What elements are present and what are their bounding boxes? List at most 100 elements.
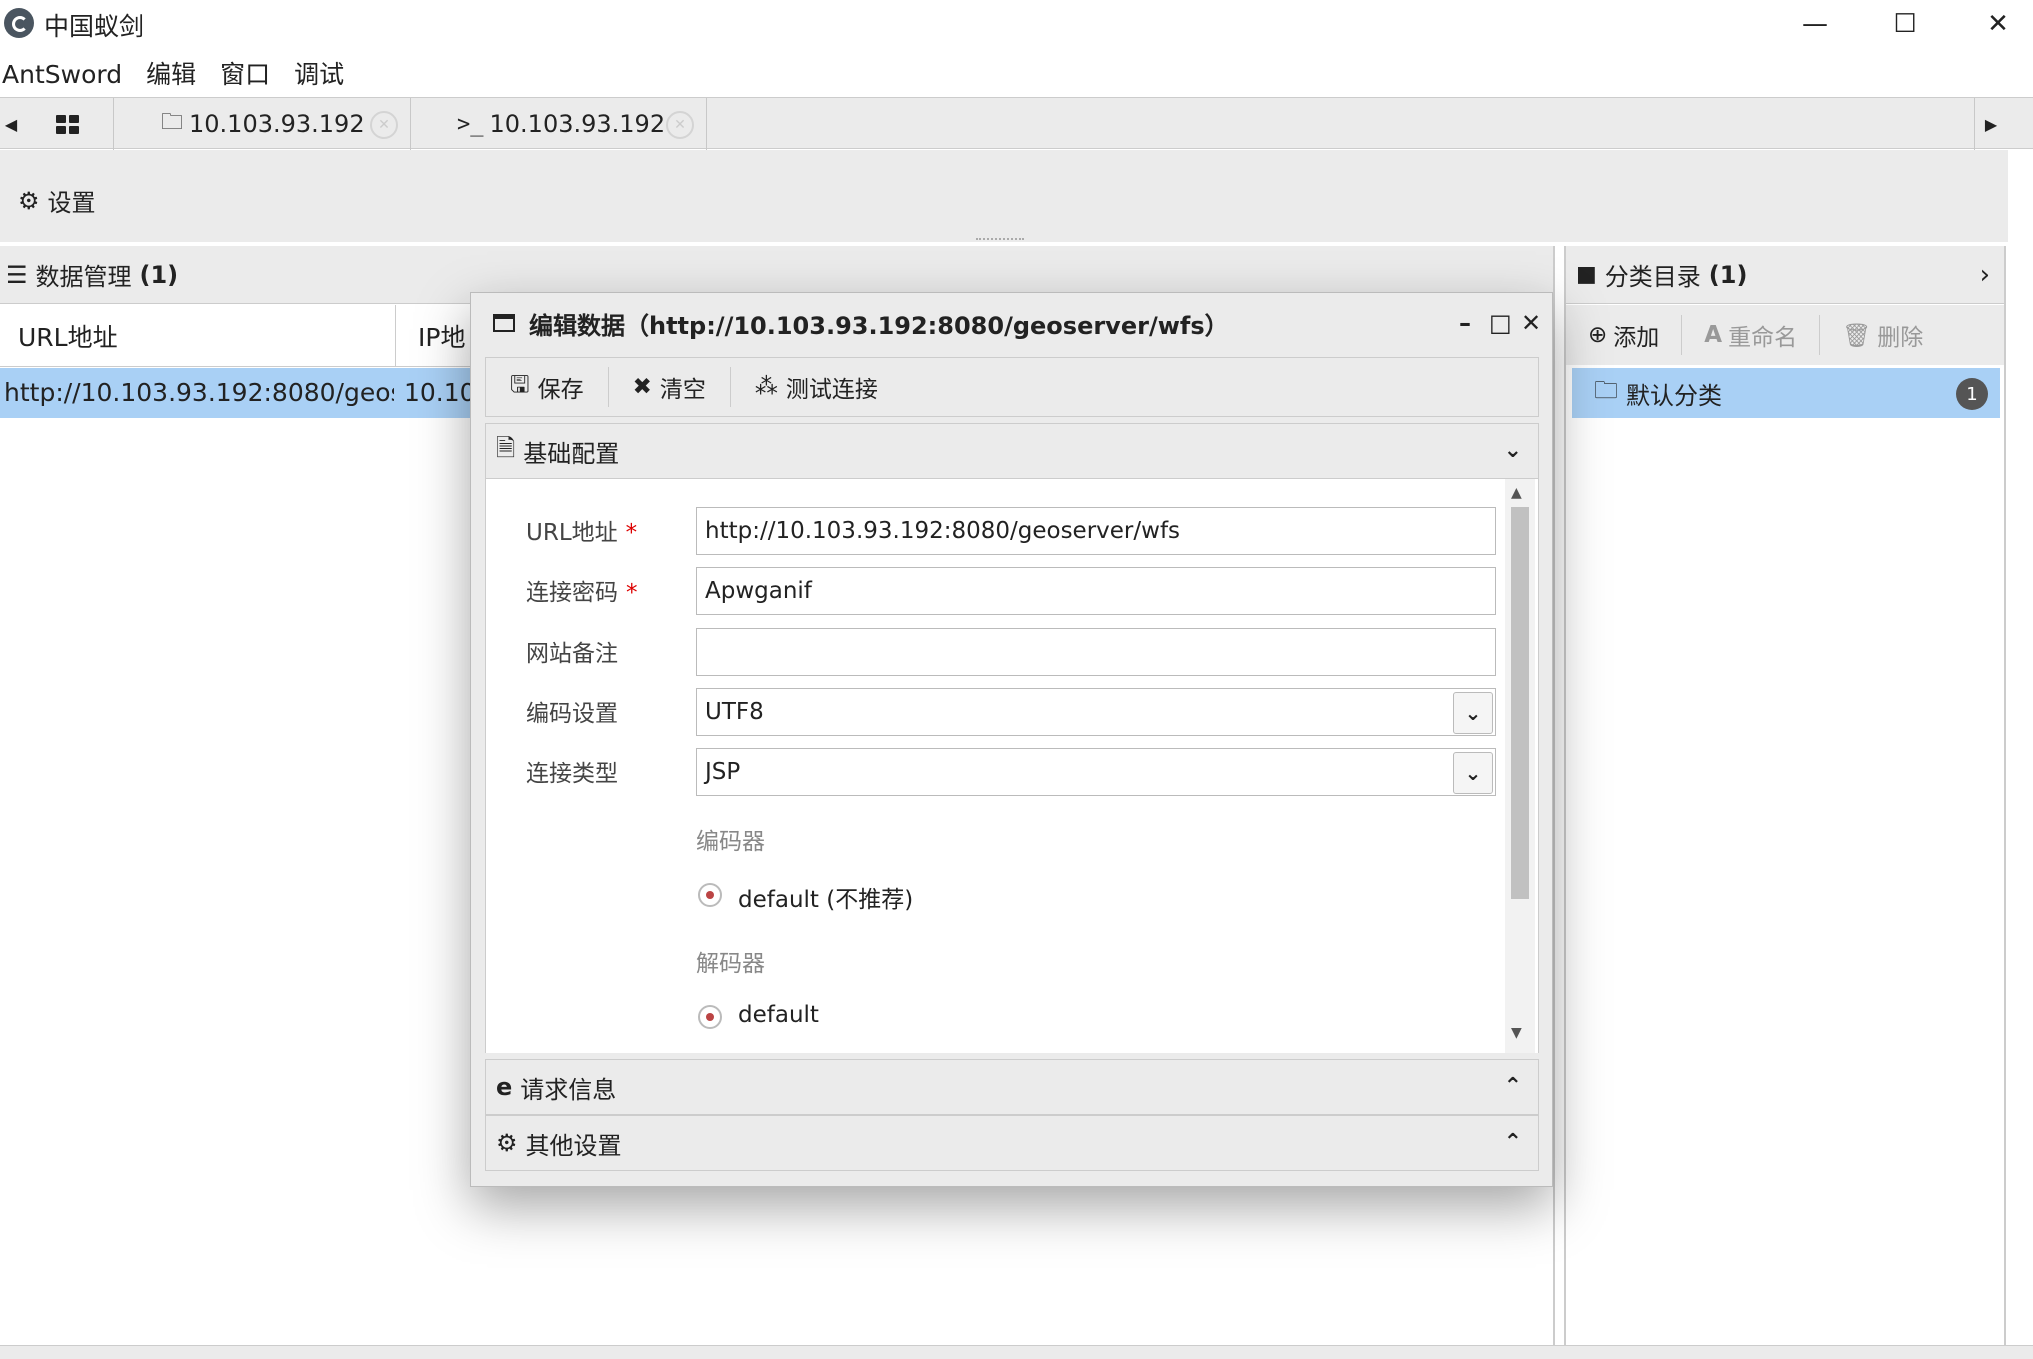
data-panel-count: (1) (139, 260, 179, 289)
data-panel-title: 数据管理 (35, 263, 132, 291)
scroll-down-icon[interactable]: ▼ (1511, 1025, 1522, 1041)
delete-category-button[interactable]: 🗑 删除 (1820, 315, 1945, 355)
minimize-button[interactable]: — (1795, 8, 1835, 40)
gears-icon: ⚙ (496, 1129, 518, 1157)
scroll-up-icon[interactable]: ▲ (1511, 485, 1522, 501)
save-button[interactable]: 🖫 保存 (486, 367, 609, 407)
password-input[interactable]: Apwganif (696, 567, 1496, 615)
section-label: 其他设置 (525, 1131, 622, 1160)
dialog-maximize-icon[interactable]: □ (1489, 309, 1512, 337)
tab-close-icon[interactable]: ✕ (666, 111, 694, 139)
chevron-down-icon[interactable]: ⌄ (1453, 692, 1493, 734)
tab-scroll-right-icon[interactable]: ▶ (1980, 98, 2002, 150)
clear-label: 清空 (659, 377, 706, 403)
column-header-url[interactable]: URL地址 (0, 305, 396, 367)
tab-terminal[interactable]: >_ 10.103.93.192 ✕ (411, 98, 707, 150)
app-logo-icon (4, 8, 34, 38)
type-label: 连接类型 (526, 761, 618, 787)
tab-label: 10.103.93.192 (189, 110, 365, 138)
url-label: URL地址 * (526, 520, 638, 546)
list-icon: ☰ (6, 260, 28, 289)
folder-icon: 🗀 (161, 110, 184, 135)
chevron-right-icon[interactable]: › (1980, 260, 1990, 290)
plus-circle-icon: ⊕ (1588, 322, 1608, 348)
dialog-minimize-icon[interactable]: – (1459, 309, 1471, 337)
tab-close-icon[interactable]: ✕ (370, 111, 398, 139)
clear-button[interactable]: ✖ 清空 (609, 367, 731, 407)
window-icon (493, 314, 515, 332)
test-label: 测试连接 (785, 377, 878, 403)
form-scrollbar[interactable]: ▲ ▼ (1505, 479, 1535, 1053)
tab-bar: ◀ 🗀 10.103.93.192 ✕ >_ 10.103.93.192 ✕ ▶ (0, 97, 2033, 150)
status-bar (0, 1345, 2033, 1359)
encoder-radio-default[interactable] (698, 883, 722, 907)
layout-splitter[interactable] (976, 238, 1024, 240)
dialog-toolbar: 🖫 保存 ✖ 清空 ⁂ 测试连接 (485, 357, 1539, 417)
menu-debug[interactable]: 调试 (282, 55, 356, 95)
section-request-info[interactable]: e 请求信息 ⌃ (485, 1059, 1539, 1115)
category-item-default[interactable]: 🗀 默认分类 1 (1572, 368, 2000, 418)
section-basic-config[interactable]: 🗎 基础配置 ⌄ (485, 423, 1539, 479)
note-input[interactable] (696, 628, 1496, 676)
url-input[interactable]: http://10.103.93.192:8080/geoserver/wfs (696, 507, 1496, 555)
category-panel-header: ■ 分类目录 (1) › (1566, 246, 2004, 304)
close-button[interactable]: ✕ (1978, 8, 2018, 40)
encoding-label: 编码设置 (526, 701, 618, 727)
add-category-button[interactable]: ⊕ 添加 (1566, 315, 1683, 355)
folder-filled-icon: ■ (1576, 262, 1597, 287)
delete-label: 删除 (1877, 325, 1924, 351)
menu-edit[interactable]: 编辑 (134, 55, 208, 95)
cell-url: http://10.103.93.192:8080/geoserver/wfs (4, 378, 394, 407)
type-select[interactable]: JSP ⌄ (696, 748, 1496, 796)
menu-window[interactable]: 窗口 (208, 55, 282, 95)
encoder-label: 编码器 (696, 829, 765, 855)
basic-config-form: URL地址 * http://10.103.93.192:8080/geoserv… (485, 479, 1539, 1053)
spinner-icon: ⁂ (754, 374, 778, 400)
category-panel: ■ 分类目录 (1) › ⊕ 添加 A 重命名 🗑 删除 🗀 默认分类 1 (1564, 246, 2006, 1345)
decoder-radio-default[interactable] (698, 1005, 722, 1029)
settings-bar (0, 150, 2008, 242)
decoder-option-label[interactable]: default (738, 1002, 819, 1028)
category-toolbar: ⊕ 添加 A 重命名 🗑 删除 (1566, 305, 2004, 365)
section-label: 基础配置 (523, 439, 620, 468)
tab-home[interactable] (22, 98, 114, 150)
rename-category-button[interactable]: A 重命名 (1682, 315, 1821, 355)
tab-label: 10.103.93.192 (489, 110, 666, 138)
x-icon: ✖ (632, 374, 652, 400)
decoder-label: 解码器 (696, 951, 765, 977)
note-label: 网站备注 (526, 641, 618, 667)
save-label: 保存 (537, 377, 584, 403)
gear-icon: ⚙ (18, 186, 40, 215)
section-label: 请求信息 (520, 1075, 617, 1104)
tab-scroll-left-icon[interactable]: ◀ (0, 98, 22, 150)
settings-button[interactable]: ⚙ 设置 (18, 183, 96, 218)
trash-icon: 🗑 (1842, 322, 1872, 349)
terminal-icon: >_ (457, 111, 484, 137)
dialog-close-icon[interactable]: ✕ (1521, 309, 1541, 337)
encoding-value: UTF8 (705, 699, 764, 725)
save-icon: 🖫 (510, 371, 530, 398)
type-value: JSP (705, 759, 741, 785)
chevron-up-icon: ⌃ (1503, 1130, 1522, 1155)
chevron-up-icon: ⌃ (1503, 1074, 1522, 1099)
add-label: 添加 (1613, 325, 1660, 351)
required-mark: * (625, 520, 638, 546)
category-panel-count: (1) (1708, 260, 1748, 289)
dialog-titlebar[interactable]: 编辑数据（http://10.103.93.192:8080/geoserver… (471, 293, 1552, 353)
folder-icon: 🗀 (1594, 375, 1618, 404)
encoding-select[interactable]: UTF8 ⌄ (696, 688, 1496, 736)
edge-icon: e (496, 1073, 513, 1101)
chevron-down-icon: ⌄ (1503, 438, 1522, 463)
grid-icon (56, 114, 79, 134)
maximize-button[interactable]: ☐ (1885, 8, 1925, 40)
title-bar: 中国蚁剑 — ☐ ✕ (0, 0, 2033, 48)
encoder-option-label[interactable]: default (不推荐) (738, 880, 913, 914)
section-other-settings[interactable]: ⚙ 其他设置 ⌃ (485, 1115, 1539, 1171)
test-connection-button[interactable]: ⁂ 测试连接 (731, 367, 902, 407)
document-icon: 🗎 (496, 433, 516, 462)
tab-file-manager[interactable]: 🗀 10.103.93.192 ✕ (115, 98, 411, 150)
menu-antsword[interactable]: AntSword (0, 55, 134, 95)
chevron-down-icon[interactable]: ⌄ (1453, 752, 1493, 794)
dialog-title: 编辑数据（http://10.103.93.192:8080/geoserver… (529, 311, 1229, 340)
scroll-thumb[interactable] (1511, 507, 1529, 899)
